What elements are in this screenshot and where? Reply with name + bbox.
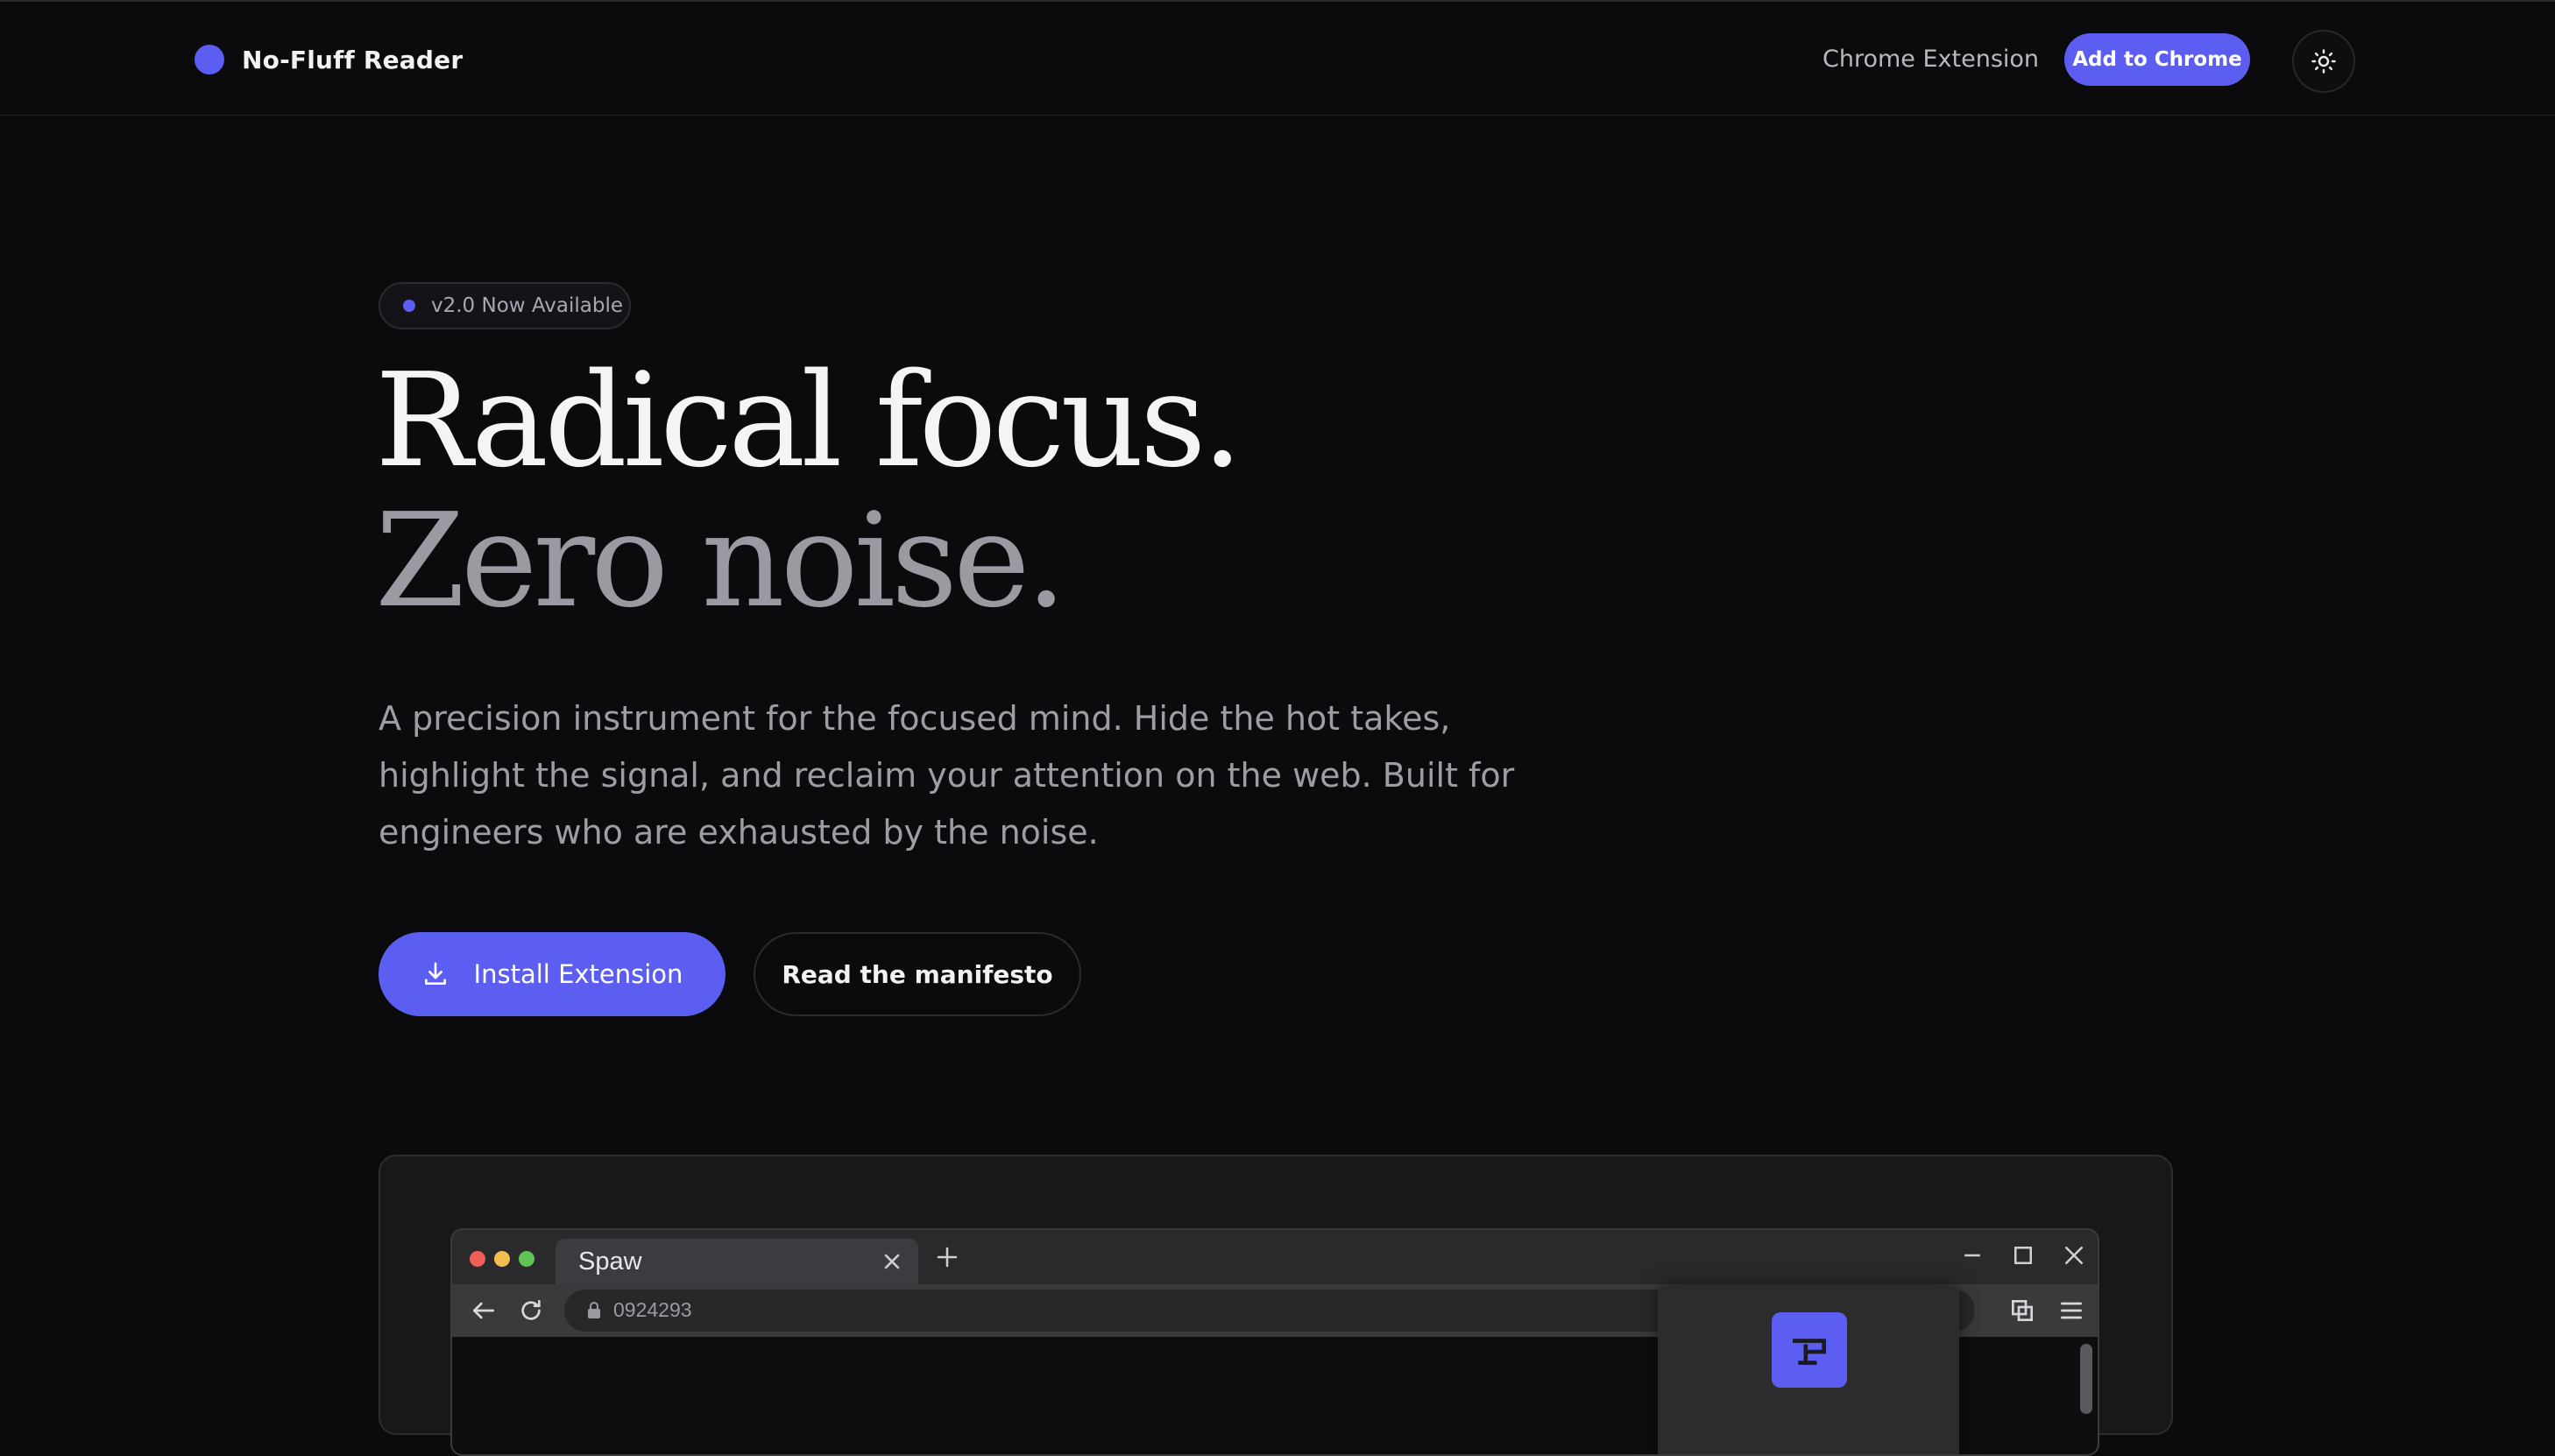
- add-to-chrome-button[interactable]: Add to Chrome: [2064, 33, 2250, 86]
- back-arrow-icon: [473, 1302, 494, 1319]
- address-text: 0924293: [613, 1298, 692, 1321]
- lock-icon: [588, 1302, 600, 1318]
- extension-logo-icon: [1793, 1339, 1826, 1365]
- brand-name: No-Fluff Reader: [242, 45, 464, 74]
- hero-description: A precision instrument for the focused m…: [379, 699, 1515, 852]
- hero-headline: Radical focus. Zero noise.: [375, 345, 1243, 636]
- theme-toggle-button[interactable]: [2292, 30, 2355, 93]
- extension-logo: [1772, 1312, 1847, 1388]
- read-manifesto-button[interactable]: Read the manifesto: [754, 932, 1081, 1016]
- scrollbar: [2080, 1344, 2092, 1414]
- headline-line-2: Zero noise.: [375, 485, 1067, 636]
- maximize-window-dot: [519, 1251, 534, 1267]
- badge-dot: [403, 300, 415, 312]
- browser-tab-bar: Spaw: [452, 1230, 2098, 1286]
- download-icon: [424, 962, 446, 985]
- badge-label: v2.0 Now Available: [431, 294, 624, 317]
- sun-icon: [2311, 49, 2336, 74]
- tab-title: Spaw: [578, 1247, 642, 1276]
- extension-popup: [1658, 1286, 1959, 1454]
- maximize-icon: [2014, 1247, 2032, 1264]
- top-navigation: No-Fluff Reader Chrome Extension Add to …: [0, 0, 2555, 116]
- minimize-icon: [1964, 1254, 1980, 1257]
- close-icon: [884, 1254, 900, 1269]
- menu-icon: [2061, 1302, 2082, 1319]
- version-badge: v2.0 Now Available: [379, 282, 631, 329]
- reload-icon: [521, 1300, 541, 1320]
- install-extension-label: Install Extension: [473, 959, 683, 989]
- browser-tab: Spaw: [556, 1239, 918, 1286]
- browser-mockup: Spaw 0924293: [450, 1228, 2099, 1456]
- close-window-icon: [2065, 1247, 2083, 1264]
- headline-line-1: Radical focus.: [375, 345, 1243, 496]
- nav-link-chrome-extension[interactable]: Chrome Extension: [1822, 42, 2039, 77]
- product-preview: Spaw 0924293: [379, 1155, 2173, 1456]
- brand[interactable]: No-Fluff Reader: [195, 42, 463, 77]
- extensions-icon: [2012, 1300, 2033, 1321]
- plus-icon: [937, 1247, 958, 1268]
- install-extension-button[interactable]: Install Extension: [379, 932, 725, 1016]
- close-window-dot: [470, 1251, 485, 1267]
- brand-logo: [195, 45, 224, 74]
- minimize-window-dot: [494, 1251, 510, 1267]
